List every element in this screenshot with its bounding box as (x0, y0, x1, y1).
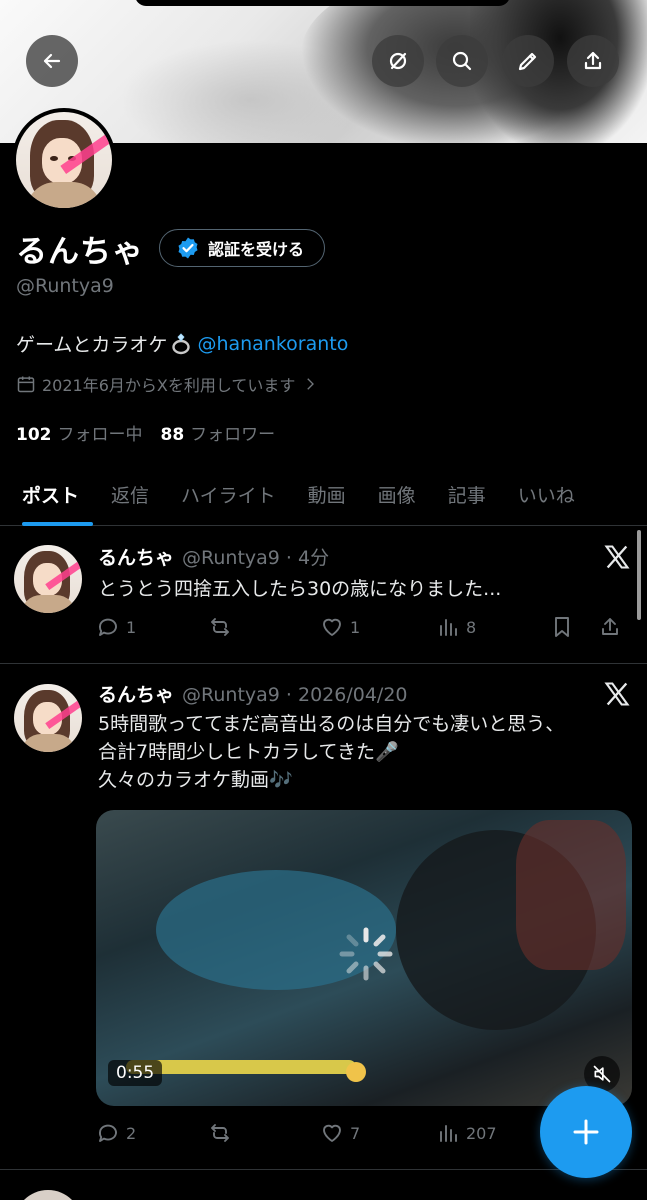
views-chart-icon (440, 619, 457, 636)
profile-tabs: ポスト 返信 ハイライト 動画 画像 記事 いいね (0, 462, 647, 526)
like-count: 7 (350, 1123, 361, 1143)
like-button[interactable]: 7 (320, 1121, 436, 1145)
views-count: 207 (466, 1123, 497, 1143)
post-header: るんちゃ @Runtya9 · 2026/04/20 (98, 680, 408, 707)
reply-count: 2 (126, 1123, 137, 1143)
profile-avatar[interactable] (12, 108, 116, 212)
profile-bio: ゲームとカラオケ @hanankoranto (16, 330, 348, 357)
search-icon (452, 51, 472, 71)
share-button[interactable] (567, 35, 619, 87)
tab-images[interactable]: 画像 (362, 462, 432, 526)
x-logo-icon (604, 682, 630, 706)
plus-icon (573, 1119, 599, 1145)
speaker-muted-icon (593, 1065, 611, 1083)
post-actions: 1 1 8 (96, 615, 634, 639)
post-item-partial[interactable] (0, 1170, 647, 1200)
pencil-icon (518, 52, 537, 71)
loading-spinner-icon (339, 927, 393, 981)
arrow-left-icon (43, 53, 61, 69)
reply-icon (99, 1124, 117, 1142)
camera-notch (135, 0, 510, 6)
joined-text: 2021年6月からXを利用しています (42, 376, 296, 395)
followers-count: 88 (160, 425, 185, 445)
tab-likes[interactable]: いいね (502, 462, 591, 526)
joined-date: 2021年6月からXを利用しています (16, 372, 319, 396)
heart-icon (323, 1124, 341, 1142)
repost-button[interactable] (208, 615, 320, 639)
post-avatar[interactable] (14, 1190, 82, 1200)
get-verified-button[interactable]: 認証を受ける (159, 229, 326, 267)
grok-icon (389, 52, 407, 70)
like-button[interactable]: 1 (320, 615, 436, 639)
reply-button[interactable]: 1 (96, 615, 208, 639)
post-text: とうとう四捨五入したら30の歳になりました... (98, 578, 502, 600)
share-icon (584, 51, 602, 70)
repost-button[interactable] (208, 1121, 320, 1145)
post-text-line: 5時間歌っててまだ高音出るのは自分でも凄いと思う、 (98, 713, 565, 735)
bookmark-button[interactable] (550, 615, 598, 639)
reply-icon (99, 618, 117, 636)
post-item[interactable]: るんちゃ @Runtya9 · 4分 とうとう四捨五入したら30の歳になりました.… (0, 527, 647, 664)
chevron-right-icon[interactable] (301, 375, 319, 393)
views-button[interactable]: 207 (436, 1121, 550, 1145)
video-duration: 0:55 (108, 1060, 163, 1086)
like-count: 1 (350, 617, 361, 637)
post-author-name[interactable]: るんちゃ (98, 684, 174, 706)
follow-stats: 102 フォロー中 88 フォロワー (16, 420, 275, 445)
post-header: るんちゃ @Runtya9 · 4分 (98, 543, 329, 570)
post-meta: @Runtya9 · 2026/04/20 (182, 684, 408, 706)
views-count: 8 (466, 617, 477, 637)
profile-name: るんちゃ (16, 234, 144, 270)
following-link[interactable]: 102 フォロー中 (16, 420, 143, 445)
x-logo-icon (604, 545, 630, 569)
repost-icon (211, 1124, 229, 1142)
profile-handle: @Runtya9 (16, 275, 114, 297)
get-verified-label: 認証を受ける (208, 240, 305, 259)
edit-button[interactable] (502, 35, 554, 87)
share-icon (602, 618, 618, 635)
tab-posts[interactable]: ポスト (0, 462, 95, 526)
search-button[interactable] (436, 35, 488, 87)
post-text-line: 久々のカラオケ動画🎶 (98, 769, 293, 791)
post-meta: @Runtya9 · 4分 (182, 547, 330, 569)
reply-button[interactable]: 2 (96, 1121, 208, 1145)
bio-mention-link[interactable]: @hanankoranto (197, 333, 348, 355)
post-avatar[interactable] (14, 545, 82, 613)
tab-highlights[interactable]: ハイライト (165, 462, 292, 526)
tab-videos[interactable]: 動画 (292, 462, 362, 526)
reply-count: 1 (126, 617, 137, 637)
views-button[interactable]: 8 (436, 615, 550, 639)
post-avatar[interactable] (14, 684, 82, 752)
calendar-icon (17, 376, 35, 393)
ring-emoji-icon (172, 332, 191, 354)
following-count: 102 (16, 425, 52, 445)
post-text-line: 合計7時間少しヒトカラしてきた🎤 (98, 741, 399, 763)
back-button[interactable] (26, 35, 78, 87)
tab-replies[interactable]: 返信 (95, 462, 165, 526)
post-text: 5時間歌っててまだ高音出るのは自分でも凄いと思う、 合計7時間少しヒトカラしてき… (98, 710, 564, 794)
compose-button[interactable] (540, 1086, 632, 1178)
repost-icon (211, 618, 229, 636)
bookmark-icon (555, 617, 569, 637)
post-share-button[interactable] (598, 615, 622, 639)
views-chart-icon (440, 1125, 457, 1142)
following-label: フォロー中 (57, 425, 143, 445)
bio-text: ゲームとカラオケ (16, 334, 168, 356)
followers-label: フォロワー (190, 425, 276, 445)
post-video[interactable]: 0:55 (96, 810, 632, 1106)
verified-badge-icon (178, 237, 198, 259)
grok-button[interactable] (372, 35, 424, 87)
tab-articles[interactable]: 記事 (432, 462, 502, 526)
post-author-name[interactable]: るんちゃ (98, 547, 174, 569)
heart-icon (323, 618, 341, 636)
followers-link[interactable]: 88 フォロワー (161, 420, 276, 445)
